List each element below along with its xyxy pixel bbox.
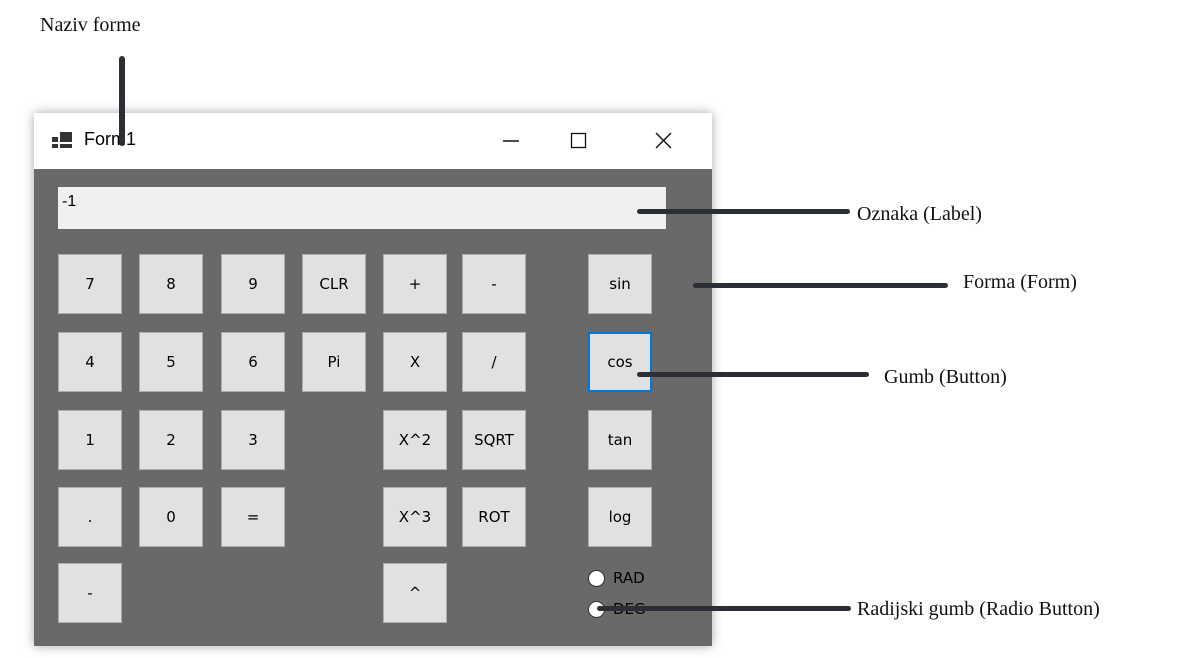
pi-button[interactable]: Pi — [302, 332, 366, 392]
equals-button[interactable]: = — [221, 487, 285, 547]
digit-4-button[interactable]: 4 — [58, 332, 122, 392]
digit-3-button[interactable]: 3 — [221, 410, 285, 470]
calculator-window: Form1 -1 7 8 9 CLR + - sin 4 5 6 Pi X / … — [34, 113, 712, 646]
decimal-point-button[interactable]: . — [58, 487, 122, 547]
root-button[interactable]: ROT — [462, 487, 526, 547]
log-button[interactable]: log — [588, 487, 652, 547]
annotation-form-name: Naziv forme — [40, 14, 141, 36]
minimize-icon — [503, 140, 519, 142]
digit-1-button[interactable]: 1 — [58, 410, 122, 470]
radio-rad-label: RAD — [613, 569, 645, 587]
square-button[interactable]: X^2 — [383, 410, 447, 470]
annotation-button: Gumb (Button) — [884, 366, 1007, 388]
radio-rad[interactable]: RAD — [588, 569, 645, 587]
title-bar[interactable]: Form1 — [34, 113, 712, 169]
maximize-icon — [570, 132, 587, 149]
divide-button[interactable]: / — [462, 332, 526, 392]
digit-8-button[interactable]: 8 — [139, 254, 203, 314]
pointer-line-label — [637, 209, 850, 214]
tan-button[interactable]: tan — [588, 410, 652, 470]
digit-9-button[interactable]: 9 — [221, 254, 285, 314]
minimize-button[interactable] — [480, 113, 540, 169]
annotation-radio-button: Radijski gumb (Radio Button) — [857, 598, 1100, 620]
radio-rad-circle[interactable] — [588, 569, 605, 587]
pointer-line-form — [693, 283, 948, 288]
sin-button[interactable]: sin — [588, 254, 652, 314]
annotation-form: Forma (Form) — [963, 271, 1077, 293]
cube-button[interactable]: X^3 — [383, 487, 447, 547]
display-label: -1 — [58, 187, 666, 229]
maximize-button[interactable] — [562, 113, 622, 169]
digit-0-button[interactable]: 0 — [139, 487, 203, 547]
close-icon — [655, 132, 672, 149]
digit-6-button[interactable]: 6 — [221, 332, 285, 392]
digit-5-button[interactable]: 5 — [139, 332, 203, 392]
clear-button[interactable]: CLR — [302, 254, 366, 314]
digit-7-button[interactable]: 7 — [58, 254, 122, 314]
negate-button[interactable]: - — [58, 563, 122, 623]
display-value: -1 — [62, 193, 77, 210]
app-form-icon — [52, 132, 72, 148]
window-title: Form1 — [84, 129, 137, 149]
digit-2-button[interactable]: 2 — [139, 410, 203, 470]
annotation-label: Oznaka (Label) — [857, 203, 982, 225]
plus-button[interactable]: + — [383, 254, 447, 314]
power-button[interactable]: ^ — [383, 563, 447, 623]
multiply-button[interactable]: X — [383, 332, 447, 392]
cos-button[interactable]: cos — [588, 332, 652, 392]
pointer-line-button — [637, 372, 869, 377]
pointer-line-radio — [597, 606, 851, 611]
close-button[interactable] — [638, 113, 698, 169]
sqrt-button[interactable]: SQRT — [462, 410, 526, 470]
pointer-line-form-name — [119, 56, 125, 146]
minus-button[interactable]: - — [462, 254, 526, 314]
